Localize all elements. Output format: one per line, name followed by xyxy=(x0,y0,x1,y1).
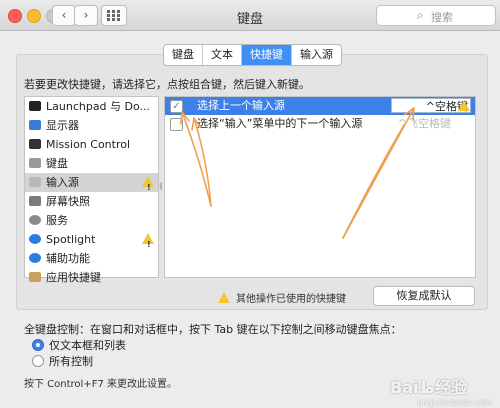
shortcut-label: 选择上一个输入源 xyxy=(197,99,285,112)
category-label: 输入源 xyxy=(46,176,79,189)
title-bar: ‹ › 键盘 ⌕ 搜索 xyxy=(0,0,500,31)
radio-all-controls[interactable]: 所有控制 xyxy=(32,355,93,369)
category-item-mission-control[interactable]: Mission Control xyxy=(25,135,158,154)
watermark-subtext: jingyan.baidu.com xyxy=(418,398,492,407)
screenshot-icon xyxy=(29,196,41,206)
shortcut-key-field[interactable]: ^飞空格键 xyxy=(391,116,451,131)
splitter-grip-icon: ‖ xyxy=(159,182,163,190)
radio-selected-icon xyxy=(32,339,44,351)
search-placeholder: 搜索 xyxy=(431,11,453,24)
instruction-text: 若要更改快捷键，请选择它，点按组合键，然后键入新键。 xyxy=(24,78,310,91)
category-label: Mission Control xyxy=(46,138,131,151)
mission-control-icon xyxy=(29,139,41,149)
category-label: 键盘 xyxy=(46,157,68,170)
tab-input-sources[interactable]: 输入源 xyxy=(292,45,341,65)
restore-defaults-button[interactable]: 恢复成默认 xyxy=(373,286,475,306)
warning-icon: ! xyxy=(142,233,154,249)
shortcut-enabled-checkbox[interactable] xyxy=(170,118,183,131)
input-source-icon xyxy=(29,177,41,187)
warning-icon xyxy=(218,292,230,303)
tab-shortcuts[interactable]: 快捷键 xyxy=(242,45,292,65)
category-item-spotlight[interactable]: Spotlight ! xyxy=(25,230,158,249)
category-item-launchpad[interactable]: Launchpad 与 Do... xyxy=(25,97,158,116)
category-item-accessibility[interactable]: 辅助功能 xyxy=(25,249,158,268)
category-item-input-sources[interactable]: 输入源 ! xyxy=(25,173,158,192)
services-gear-icon xyxy=(29,215,41,225)
category-label: 屏幕快照 xyxy=(46,195,90,208)
category-label: Spotlight xyxy=(46,233,96,246)
category-item-app-shortcuts[interactable]: 应用快捷键 xyxy=(25,268,158,287)
category-label: Launchpad 与 Do... xyxy=(46,100,151,113)
watermark: Baiط经验 jingyan.baidu.com xyxy=(390,374,492,407)
list-splitter[interactable]: ‖ xyxy=(159,96,163,276)
accessibility-icon xyxy=(29,253,41,263)
category-item-keyboard[interactable]: 键盘 xyxy=(25,154,158,173)
category-label: 辅助功能 xyxy=(46,252,90,265)
launchpad-icon xyxy=(29,101,41,111)
radio-label: 仅文本框和列表 xyxy=(49,339,126,352)
warning-icon: ! xyxy=(142,176,154,192)
shortcut-enabled-checkbox[interactable]: ✓ xyxy=(170,100,183,113)
search-icon: ⌕ xyxy=(417,8,424,22)
keyboard-icon xyxy=(29,158,41,168)
radio-unselected-icon xyxy=(32,355,44,367)
category-label: 应用快捷键 xyxy=(46,271,101,284)
spotlight-icon xyxy=(29,234,41,244)
hint-text: 按下 Control+F7 来更改此设置。 xyxy=(24,379,177,390)
radio-text-boxes-and-lists[interactable]: 仅文本框和列表 xyxy=(32,339,126,353)
category-label: 服务 xyxy=(46,214,68,227)
category-label: 显示器 xyxy=(46,119,79,132)
watermark-text: Baiط经验 xyxy=(390,378,468,397)
tab-bar: 键盘 文本 快捷键 输入源 xyxy=(163,44,342,66)
shortcut-row-next-input-source[interactable]: 选择“输入”菜单中的下一个输入源 ^飞空格键 xyxy=(165,115,475,133)
keyboard-control-label: 全键盘控制：在窗口和对话框中，按下 Tab 键在以下控制之间移动键盘焦点： xyxy=(24,323,402,336)
app-shortcuts-icon xyxy=(29,272,41,282)
display-icon xyxy=(29,120,41,130)
category-list: Launchpad 与 Do... 显示器 Mission Control 键盘… xyxy=(24,96,159,284)
category-item-screenshots[interactable]: 屏幕快照 xyxy=(25,192,158,211)
shortcut-row-previous-input-source[interactable]: ✓ 选择上一个输入源 ^空格键 xyxy=(165,97,475,115)
search-field[interactable]: ⌕ 搜索 xyxy=(376,5,496,26)
radio-label: 所有控制 xyxy=(49,355,93,368)
warning-icon xyxy=(458,100,470,111)
tab-text[interactable]: 文本 xyxy=(203,45,242,65)
category-item-display[interactable]: 显示器 xyxy=(25,116,158,135)
conflict-note-text: 其他操作已使用的快捷键 xyxy=(236,294,346,305)
shortcut-list: ✓ 选择上一个输入源 ^空格键 选择“输入”菜单中的下一个输入源 ^飞空格键 xyxy=(164,96,476,278)
conflict-note: 其他操作已使用的快捷键 xyxy=(218,290,346,305)
tab-keyboard[interactable]: 键盘 xyxy=(164,45,203,65)
shortcut-label: 选择“输入”菜单中的下一个输入源 xyxy=(197,117,363,130)
category-item-services[interactable]: 服务 xyxy=(25,211,158,230)
